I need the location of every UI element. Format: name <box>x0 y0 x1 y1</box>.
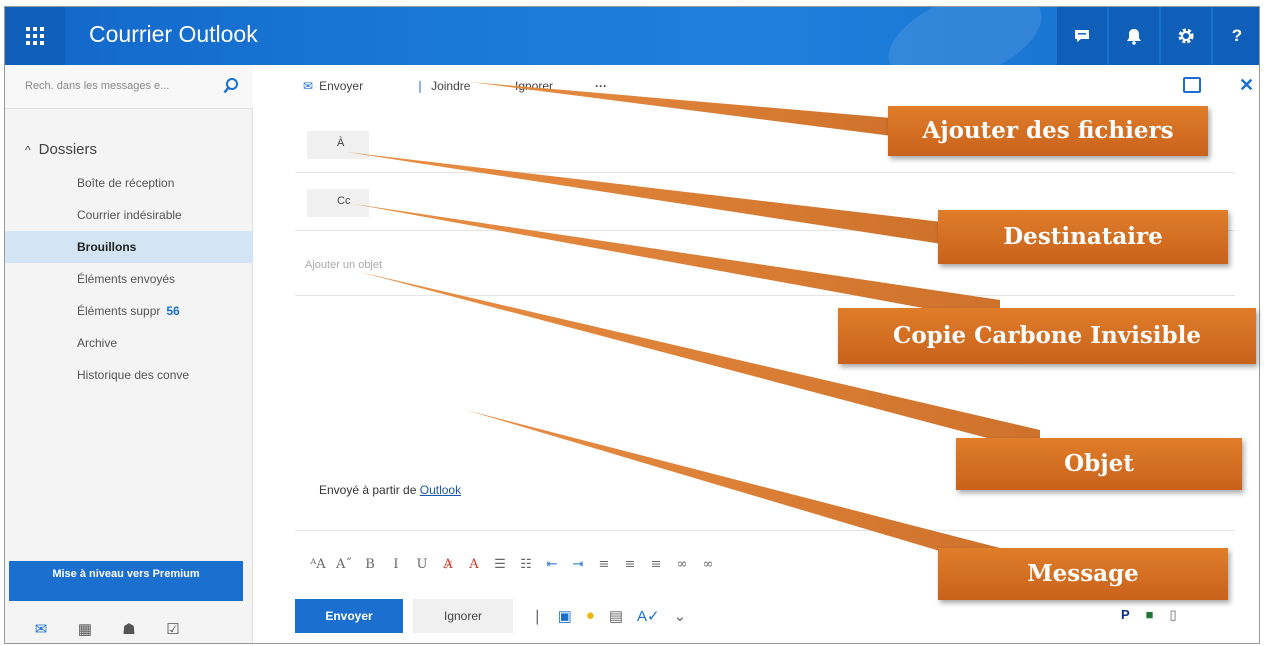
gear-icon <box>1178 28 1194 44</box>
toolbar-send-label: Envoyer <box>319 79 364 93</box>
folder-label: Archive <box>77 336 118 350</box>
top-bar: Courrier Outlook ? <box>5 7 1259 102</box>
font-color-icon[interactable]: A <box>461 557 487 572</box>
outlook-link[interactable]: Outlook <box>420 483 461 497</box>
unread-count-badge: 56 <box>166 304 180 318</box>
folders-header[interactable]: ^ Dossiers <box>25 141 97 158</box>
waffle-icon <box>26 27 44 45</box>
callout-attach-files: Ajouter des fichiers <box>888 106 1208 156</box>
calendar-icon[interactable]: ▦ <box>63 620 107 638</box>
increase-indent-icon[interactable]: ⇥ <box>565 557 591 572</box>
callout-message: Message <box>938 548 1228 600</box>
toolbar-attach-label: Joindre <box>431 79 471 93</box>
chat-button[interactable] <box>1057 7 1107 65</box>
tasks-icon[interactable]: ☑ <box>151 620 195 638</box>
module-switcher: ✉ ▦ ☗ ☑ <box>5 613 253 643</box>
align-right-icon[interactable]: ≡ <box>643 557 669 572</box>
align-center-icon[interactable]: ≡ <box>617 557 643 572</box>
notifications-button[interactable] <box>1109 7 1159 65</box>
bold-icon[interactable]: B <box>357 557 383 572</box>
close-icon[interactable]: ✕ <box>1239 75 1254 96</box>
send-button[interactable]: Envoyer <box>295 599 403 633</box>
underline-icon[interactable]: U <box>409 557 435 572</box>
toolbar-attach-button[interactable]: ❘ Joindre <box>415 79 470 93</box>
compose-toolbar: ✉ Envoyer ❘ Joindre Ignorer ··· ✕ <box>253 65 1259 109</box>
signature: Envoyé à partir de Outlook <box>319 483 461 497</box>
mail-icon[interactable]: ✉ <box>19 620 63 638</box>
insert-tools: ❘ ▣ ● ▤ A✓ ⌄ <box>531 607 686 625</box>
addin-green-icon[interactable]: ■ <box>1146 607 1154 623</box>
folder-conversation-history[interactable]: Historique des conve <box>5 359 253 391</box>
highlight-icon[interactable]: A̷ <box>435 557 461 572</box>
toolbar-discard-label: Ignorer <box>515 79 554 93</box>
addins: P ■ ▯ <box>1121 607 1177 623</box>
more-options-button[interactable]: ··· <box>595 79 607 93</box>
help-icon: ? <box>1231 26 1243 45</box>
app-launcher-button[interactable] <box>5 7 65 65</box>
font-size-icon[interactable]: ᴬA <box>305 557 331 572</box>
attach-icon[interactable]: ❘ <box>531 607 544 625</box>
document-icon[interactable]: ▯ <box>1170 607 1177 623</box>
toolbar-discard-button[interactable]: Ignorer <box>515 79 553 93</box>
callout-recipient: Destinataire <box>938 210 1228 264</box>
folder-junk[interactable]: Courrier indésirable <box>5 199 253 231</box>
grow-font-icon[interactable]: A˝ <box>331 557 357 572</box>
upgrade-premium-button[interactable]: Mise à niveau vers Premium <box>9 561 243 601</box>
folder-label: Éléments envoyés <box>77 272 176 286</box>
folders-label: Dossiers <box>38 141 97 158</box>
send-icon: ✉ <box>303 79 314 93</box>
folder-label: Courrier indésirable <box>77 208 182 222</box>
decrease-indent-icon[interactable]: ⇤ <box>539 557 565 572</box>
search-input[interactable]: Rech. dans les messages e... <box>25 80 169 92</box>
app-title[interactable]: Courrier Outlook <box>89 21 258 48</box>
paperclip-icon: ❘ <box>415 79 426 93</box>
popout-icon[interactable] <box>1183 77 1201 93</box>
search-icon[interactable] <box>223 77 239 95</box>
numbering-icon[interactable]: ☷ <box>513 557 539 572</box>
emoji-icon[interactable]: ● <box>586 607 595 625</box>
subject-input[interactable]: Ajouter un objet <box>305 259 382 271</box>
folder-deleted[interactable]: Éléments suppr 56 <box>5 295 253 327</box>
align-left-icon[interactable]: ≡ <box>591 557 617 572</box>
italic-icon[interactable]: I <box>383 557 409 572</box>
unlink-icon[interactable]: ∞ <box>695 557 721 572</box>
sidebar: Rech. dans les messages e... ^ Dossiers B… <box>5 65 253 643</box>
callout-subject: Objet <box>956 438 1242 490</box>
paypal-icon[interactable]: P <box>1121 607 1130 623</box>
search-box[interactable]: Rech. dans les messages e... <box>5 65 253 109</box>
bullets-icon[interactable]: ☰ <box>487 557 513 572</box>
chevron-down-icon[interactable]: ⌄ <box>674 607 687 625</box>
spellcheck-icon[interactable]: A✓ <box>637 607 660 625</box>
link-icon[interactable]: ∞ <box>669 557 695 572</box>
to-label[interactable]: À <box>307 131 369 159</box>
chat-icon <box>1075 30 1089 42</box>
callout-bcc: Copie Carbone Invisible <box>838 308 1256 364</box>
bell-icon <box>1127 28 1141 45</box>
settings-button[interactable] <box>1161 7 1211 65</box>
formatting-toolbar: ᴬA A˝ B I U A̷ A ☰ ☷ ⇤ ⇥ ≡ ≡ ≡ ∞ ∞ <box>305 551 965 577</box>
people-icon[interactable]: ☗ <box>107 620 151 638</box>
folder-label: Boîte de réception <box>77 176 175 190</box>
folder-sent[interactable]: Éléments envoyés <box>5 263 253 295</box>
folder-drafts[interactable]: Brouillons <box>5 231 253 263</box>
folder-label: Historique des conve <box>77 368 190 382</box>
calendar-insert-icon[interactable]: ▤ <box>609 607 623 625</box>
help-button[interactable]: ? <box>1213 7 1259 65</box>
folder-label: Éléments suppr <box>77 304 161 318</box>
cc-label[interactable]: Cc <box>307 189 369 217</box>
toolbar-send-button[interactable]: ✉ Envoyer <box>303 79 363 93</box>
folder-inbox[interactable]: Boîte de réception <box>5 167 253 199</box>
signature-text: Envoyé à partir de <box>319 483 417 497</box>
folder-archive[interactable]: Archive <box>5 327 253 359</box>
folder-label: Brouillons <box>77 240 137 254</box>
ignore-button[interactable]: Ignorer <box>413 599 513 633</box>
picture-icon[interactable]: ▣ <box>558 607 572 625</box>
chevron-up-icon: ^ <box>25 143 31 157</box>
